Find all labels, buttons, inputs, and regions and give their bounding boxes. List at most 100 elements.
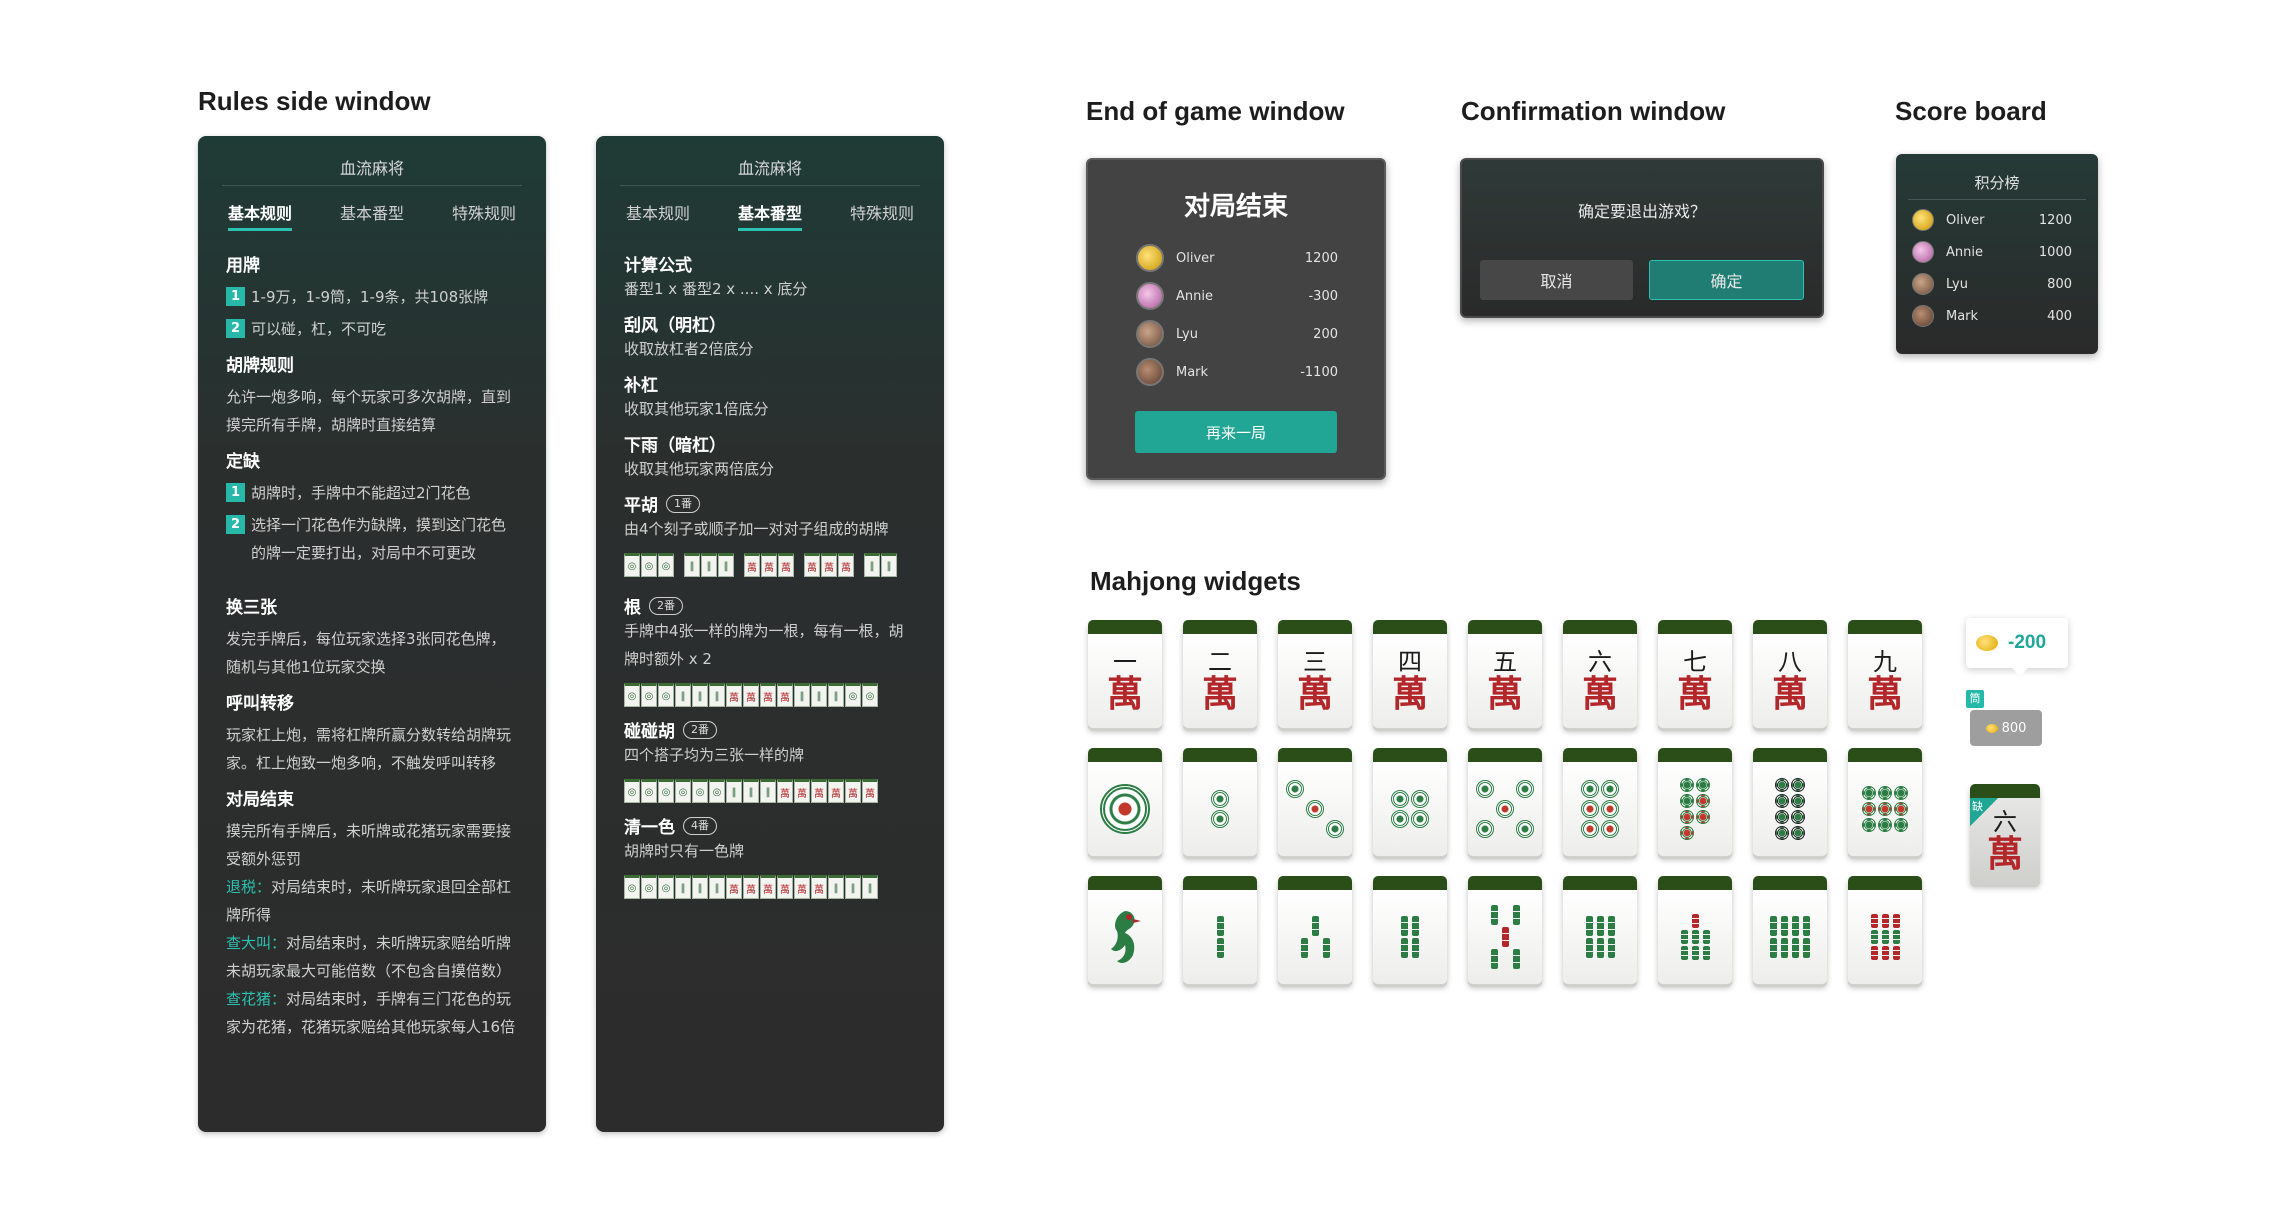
missing-suit-tile[interactable]: 缺 六 萬 bbox=[1970, 784, 2040, 884]
cancel-button[interactable]: 取消 bbox=[1480, 260, 1633, 300]
tab-special-rules[interactable]: 特殊规则 bbox=[850, 200, 914, 231]
avatar bbox=[1912, 241, 1934, 263]
score-board-heading: Score board bbox=[1895, 96, 2047, 126]
rules-panel-title: 血流麻将 bbox=[620, 136, 920, 186]
mahjong-tile-tiao-5[interactable] bbox=[1468, 876, 1542, 984]
mini-tile: 萬 bbox=[804, 553, 820, 577]
dot-icon bbox=[1100, 784, 1150, 834]
mahjong-tile-tiao-8[interactable] bbox=[1753, 876, 1827, 984]
confirm-question: 确定要退出游戏？ bbox=[1577, 202, 1706, 221]
mahjong-tile-tong-1[interactable] bbox=[1088, 748, 1162, 856]
list-item: 1 1-9万，1-9筒，1-9条，共108张牌 bbox=[226, 283, 518, 311]
section-text: 由4个刻子或顺子加一对对子组成的胡牌 bbox=[624, 520, 889, 538]
mahjong-tile-wan-8[interactable]: 八萬 bbox=[1753, 620, 1827, 728]
mini-tile: ‖ bbox=[718, 553, 734, 577]
tab-basic-fan[interactable]: 基本番型 bbox=[737, 200, 802, 231]
mahjong-tile-tong-4[interactable] bbox=[1373, 748, 1447, 856]
score-change-bubble: -200 bbox=[1966, 618, 2068, 676]
confirm-button[interactable]: 确定 bbox=[1649, 260, 1804, 300]
confirmation-window: 确定要退出游戏？ 取消 确定 bbox=[1460, 158, 1824, 318]
mini-tile: 萬 bbox=[744, 553, 760, 577]
list-item: 1 胡牌时，手牌中不能超过2门花色 bbox=[226, 479, 518, 507]
mahjong-tile-tong-5[interactable] bbox=[1468, 748, 1542, 856]
section-title: 清一色 4番 bbox=[624, 813, 916, 838]
mahjong-tile-tong-3[interactable] bbox=[1278, 748, 1352, 856]
tab-basic-fan[interactable]: 基本番型 bbox=[340, 200, 404, 231]
section-title: 胡牌规则 bbox=[226, 356, 294, 376]
mahjong-tile-wan-5[interactable]: 五萬 bbox=[1468, 620, 1542, 728]
mini-tile: 萬 bbox=[761, 553, 777, 577]
section-title: 平胡 1番 bbox=[624, 491, 916, 516]
section-text: 手牌中4张一样的牌为一根，每有一根，胡牌时额外 x 2 bbox=[624, 622, 904, 668]
rules-panel-basic-fan: 血流麻将 基本规则 基本番型 特殊规则 计算公式 番型1 x 番型2 x ...… bbox=[596, 136, 944, 1132]
fan-badge: 1番 bbox=[666, 494, 700, 513]
example-hand: ◎ ◎ ◎ ‖ ‖ ‖ 萬萬萬萬 ‖ ‖ ‖ ◎ ◎ bbox=[624, 683, 916, 707]
section-text: 收取其他玩家1倍底分 bbox=[624, 400, 769, 418]
score-row: Mark 400 bbox=[1896, 300, 2098, 332]
player-row: Oliver 1200 bbox=[1088, 239, 1384, 277]
mahjong-tile-tiao-7[interactable] bbox=[1658, 876, 1732, 984]
mahjong-tile-wan-3[interactable]: 三萬 bbox=[1278, 620, 1352, 728]
mahjong-tile-wan-6[interactable]: 六萬 bbox=[1563, 620, 1637, 728]
tab-basic-rules[interactable]: 基本规则 bbox=[228, 200, 293, 231]
avatar bbox=[1912, 209, 1934, 231]
play-again-button[interactable]: 再来一局 bbox=[1135, 411, 1337, 453]
avatar bbox=[1136, 358, 1164, 386]
section-text: 玩家杠上炮，需将杠牌所赢分数转给胡牌玩家。杠上炮致一炮多响，不触发呼叫转移 bbox=[226, 726, 512, 772]
mahjong-tile-tiao-1[interactable] bbox=[1088, 876, 1162, 984]
score-row: Lyu 800 bbox=[1896, 268, 2098, 300]
player-row: Mark -1100 bbox=[1088, 353, 1384, 391]
mahjong-tile-wan-7[interactable]: 七萬 bbox=[1658, 620, 1732, 728]
mini-tile: 萬 bbox=[838, 553, 854, 577]
section-text: 收取放杠者2倍底分 bbox=[624, 340, 754, 358]
player-row: Annie -300 bbox=[1088, 277, 1384, 315]
section-title: 刮风（明杠） bbox=[624, 316, 726, 336]
mahjong-tile-tong-2[interactable] bbox=[1183, 748, 1257, 856]
mahjong-tile-tong-8[interactable] bbox=[1753, 748, 1827, 856]
coin-icon bbox=[1985, 723, 1998, 733]
mahjong-tile-tong-9[interactable] bbox=[1848, 748, 1922, 856]
section-title: 碰碰胡 2番 bbox=[624, 717, 916, 742]
avatar bbox=[1912, 273, 1934, 295]
mini-tile: ‖ bbox=[684, 553, 700, 577]
end-of-game-window: 对局结束 Oliver 1200 Annie -300 Lyu 200 Mark -11… bbox=[1086, 158, 1386, 480]
section-text: 收取其他玩家两倍底分 bbox=[624, 460, 775, 478]
mahjong-tile-tiao-3[interactable] bbox=[1278, 876, 1352, 984]
confirmation-heading: Confirmation window bbox=[1461, 96, 1726, 126]
score-board-title: 积分榜 bbox=[1908, 154, 2086, 200]
tab-basic-rules[interactable]: 基本规则 bbox=[626, 200, 690, 231]
rules-tabs: 基本规则 基本番型 特殊规则 bbox=[226, 200, 518, 231]
fan-badge: 2番 bbox=[649, 596, 683, 615]
player-row: Lyu 200 bbox=[1088, 315, 1384, 353]
rules-heading: Rules side window bbox=[198, 86, 431, 116]
section-title: 计算公式 bbox=[624, 256, 692, 276]
mini-tile: ‖ bbox=[864, 553, 880, 577]
number-badge: 2 bbox=[226, 515, 245, 534]
check-ready-rule: 查大叫：对局结束时，未听牌玩家赔给听牌未胡玩家最大可能倍数（不包含自摸倍数） bbox=[226, 934, 512, 980]
number-badge: 2 bbox=[226, 319, 245, 338]
mahjong-tile-tiao-2[interactable] bbox=[1183, 876, 1257, 984]
mahjong-tile-tong-7[interactable] bbox=[1658, 748, 1732, 856]
section-title: 根 2番 bbox=[624, 593, 916, 618]
mahjong-tile-wan-9[interactable]: 九萬 bbox=[1848, 620, 1922, 728]
tab-special-rules[interactable]: 特殊规则 bbox=[452, 200, 516, 231]
mahjong-tile-wan-4[interactable]: 四萬 bbox=[1373, 620, 1447, 728]
mahjong-tile-tiao-6[interactable] bbox=[1563, 876, 1637, 984]
widgets-heading: Mahjong widgets bbox=[1090, 566, 1301, 596]
mini-tile: 萬 bbox=[821, 553, 837, 577]
mahjong-tile-wan-2[interactable]: 二萬 bbox=[1183, 620, 1257, 728]
section-title: 下雨（暗杠） bbox=[624, 436, 726, 456]
section-text: 胡牌时只有一色牌 bbox=[624, 842, 745, 860]
score-row: Annie 1000 bbox=[1896, 236, 2098, 268]
coin-icon bbox=[1976, 635, 1998, 651]
mahjong-tile-tong-6[interactable] bbox=[1563, 748, 1637, 856]
end-of-game-title: 对局结束 bbox=[1183, 192, 1288, 222]
example-hand: ◎ ◎ ◎ ‖ ‖ ‖ 萬萬萬 萬萬萬 ‖ ‖ bbox=[624, 553, 916, 577]
section-title: 补杠 bbox=[624, 376, 658, 396]
mahjong-tile-tiao-9[interactable] bbox=[1848, 876, 1922, 984]
mahjong-tile-wan-1[interactable]: 一萬 bbox=[1088, 620, 1162, 728]
rules-tabs: 基本规则 基本番型 特殊规则 bbox=[624, 200, 916, 231]
mahjong-tile-tiao-4[interactable] bbox=[1373, 876, 1447, 984]
section-title: 定缺 bbox=[226, 452, 260, 472]
number-badge: 1 bbox=[226, 287, 245, 306]
